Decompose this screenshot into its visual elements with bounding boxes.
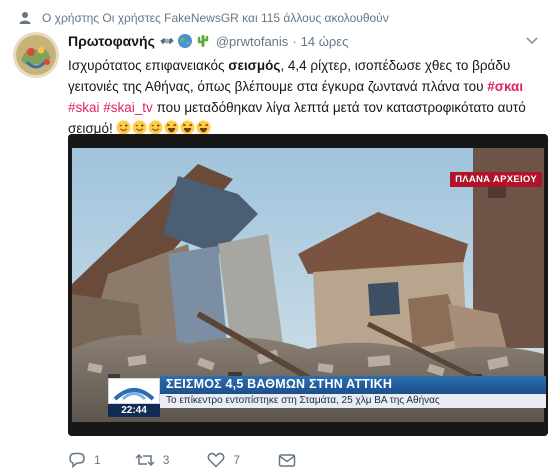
retweet-count: 3 xyxy=(162,453,170,467)
like-count: 7 xyxy=(233,453,241,467)
social-context: Ο χρήστης Οι χρήστες FakeNewsGR και 115 … xyxy=(18,9,389,27)
tweet-line-3: #skai #skai_tv που μεταδόθηκαν λίγα λεπτ… xyxy=(68,97,548,118)
archive-footage-label: ΠΛΑΝΑ ΑΡΧΕΙΟΥ xyxy=(450,172,542,187)
separator-dot: · xyxy=(292,33,297,49)
tweet-header: Πρωτοφανής @prwtofanis · 14 ώρες xyxy=(68,31,348,51)
news-ticker-subline: Το επίκεντρο εντοπίστηκε στη Σταμάτα, 25… xyxy=(160,394,546,408)
author-handle[interactable]: @prwtofanis xyxy=(216,34,288,49)
avatar-image xyxy=(13,32,59,78)
channel-logo xyxy=(108,378,160,404)
reply-count: 1 xyxy=(94,453,101,467)
tongue-wink-icon xyxy=(148,120,163,135)
satellite-icon xyxy=(160,37,174,45)
news-ticker-time: 22:44 xyxy=(108,404,160,417)
hashtag-link[interactable]: #skai xyxy=(68,100,100,115)
tongue-wink-icon xyxy=(116,120,131,135)
highlighted-keyword: σεισμός xyxy=(228,58,281,73)
retweet-icon xyxy=(135,453,155,467)
like-button[interactable]: 7 xyxy=(207,452,240,468)
tweet-timestamp[interactable]: 14 ώρες xyxy=(301,34,349,49)
tweet-line-2: γειτονιές της Αθήνας, όπως βλέπουμε στα … xyxy=(68,76,548,97)
text-span: Ισχυρότατος επιφανειακός xyxy=(68,58,229,73)
cactus-icon xyxy=(197,35,209,47)
hashtag-link[interactable]: #skai_tv xyxy=(103,100,153,115)
tweet-actions: 1 3 7 xyxy=(68,450,296,470)
name-emojis xyxy=(159,33,211,49)
heart-icon xyxy=(207,452,225,468)
avatar[interactable] xyxy=(13,32,59,78)
tweet-line-1: Ισχυρότατος επιφανειακός σεισμός, 4,4 ρί… xyxy=(68,55,548,76)
laughing-icon xyxy=(180,120,195,135)
globe-icon xyxy=(177,34,192,48)
chevron-down-icon[interactable] xyxy=(526,37,538,45)
laughing-icon xyxy=(196,120,211,135)
news-ticker-headline: ΣΕΙΣΜΟΣ 4,5 ΒΑΘΜΩΝ ΣΤΗΝ ΑΤΤΙΚΗ xyxy=(160,376,546,394)
message-button[interactable] xyxy=(278,452,296,468)
text-span: που μεταδόθηκαν λίγα λεπτά μετά τον κατα… xyxy=(152,100,526,115)
laughing-icon xyxy=(164,120,179,135)
social-context-text[interactable]: Ο χρήστης Οι χρήστες FakeNewsGR και 115 … xyxy=(42,11,389,25)
person-icon xyxy=(19,12,31,24)
tweet-media[interactable]: ΠΛΑΝΑ ΑΡΧΕΙΟΥ ΣΕΙΣΜΟΣ 4,5 ΒΑΘΜΩΝ ΣΤΗΝ ΑΤ… xyxy=(68,134,548,436)
text-span: , 4,4 ρίχτερ, ισοπέδωσε χθες το βράδυ xyxy=(280,58,511,73)
skai-logo-icon xyxy=(113,388,155,401)
emoji-group xyxy=(116,120,211,135)
tweet-text: Ισχυρότατος επιφανειακός σεισμός, 4,4 ρί… xyxy=(68,55,548,139)
text-span: γειτονιές της Αθήνας, όπως βλέπουμε στα … xyxy=(68,79,488,94)
reply-icon xyxy=(69,452,85,468)
retweet-button[interactable]: 3 xyxy=(135,452,170,468)
author-name[interactable]: Πρωτοφανής xyxy=(68,33,155,49)
reply-button[interactable]: 1 xyxy=(68,452,101,468)
hashtag-link[interactable]: #σκαι xyxy=(487,79,523,94)
tongue-wink-icon xyxy=(132,120,147,135)
envelope-icon xyxy=(278,454,296,467)
